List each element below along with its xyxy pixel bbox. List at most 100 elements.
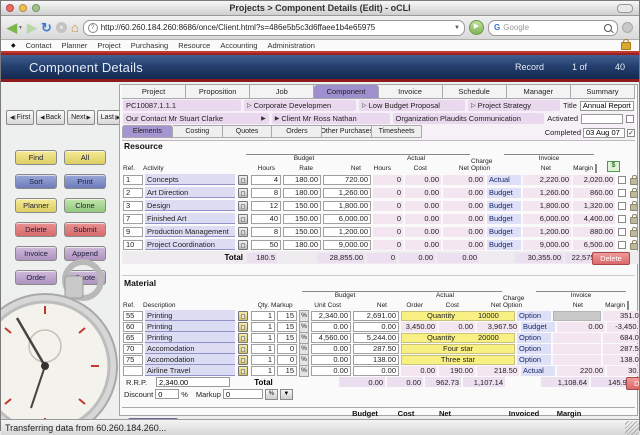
- rate-field[interactable]: 150.00: [283, 213, 321, 224]
- charge-option-select[interactable]: Budget: [487, 213, 521, 224]
- net-field[interactable]: 1,200.00: [323, 226, 371, 237]
- quantity-highlight-cell[interactable]: Quantity 20000: [401, 332, 515, 343]
- markup-field[interactable]: 15: [277, 321, 297, 332]
- subtab-costing[interactable]: Costing: [172, 125, 223, 138]
- go-button[interactable]: ▶: [469, 20, 484, 35]
- resource-detail-icon[interactable]: [238, 200, 248, 211]
- net-field[interactable]: 0.00: [353, 365, 399, 376]
- net-field[interactable]: 6,000.00: [323, 213, 371, 224]
- ref-field[interactable]: 65: [123, 332, 143, 343]
- charge-option-select[interactable]: Option: [517, 310, 551, 321]
- ref-field[interactable]: 60: [123, 321, 143, 332]
- material-delete-button[interactable]: Delete: [626, 377, 639, 390]
- hours-field[interactable]: 8: [251, 226, 281, 237]
- resource-detail-icon[interactable]: [238, 213, 248, 224]
- currency-button[interactable]: $: [607, 161, 620, 172]
- select-all-checkbox[interactable]: [627, 300, 629, 310]
- bookmark-accounting[interactable]: Accounting: [220, 41, 257, 50]
- option-highlight-cell[interactable]: Three star: [401, 354, 515, 365]
- unit-cost-field[interactable]: 4,560.00: [311, 332, 351, 343]
- description-cell[interactable]: Printing: [145, 310, 235, 321]
- ref-field[interactable]: 2: [123, 187, 143, 198]
- row-checkbox[interactable]: [618, 201, 626, 210]
- subtab-elements[interactable]: Elements: [122, 125, 173, 138]
- url-dropdown-icon[interactable]: ▼: [454, 25, 460, 31]
- discount-field[interactable]: 0: [155, 389, 180, 399]
- markup-field[interactable]: 0: [277, 343, 297, 354]
- resource-detail-icon[interactable]: [238, 239, 248, 250]
- charge-option-select[interactable]: Option: [517, 332, 551, 343]
- home-button[interactable]: ⌂: [71, 21, 79, 34]
- description-cell[interactable]: Printing: [145, 332, 235, 343]
- qty-field[interactable]: 1: [251, 310, 275, 321]
- qty-field[interactable]: 1: [251, 354, 275, 365]
- search-icon[interactable]: [604, 23, 612, 32]
- lock-icon[interactable]: [630, 174, 638, 185]
- bookmark-contact[interactable]: Contact: [26, 41, 52, 50]
- bookmark-project[interactable]: Project: [97, 41, 120, 50]
- charge-option-select[interactable]: Actual: [487, 174, 521, 185]
- net-field[interactable]: 0.00: [353, 321, 399, 332]
- hours-field[interactable]: 50: [251, 239, 281, 250]
- net-field[interactable]: 1,260.00: [323, 187, 371, 198]
- window-titlebar[interactable]: Projects > Component Details (Edit) - oC…: [1, 1, 639, 16]
- tab-project[interactable]: Project: [122, 85, 187, 98]
- search-placeholder[interactable]: Google: [503, 23, 601, 32]
- rate-field[interactable]: 150.00: [283, 226, 321, 237]
- hours-field[interactable]: 4: [251, 174, 281, 185]
- row-checkbox[interactable]: [618, 240, 626, 249]
- activity-cell[interactable]: Art Direction: [145, 187, 235, 198]
- subtab-quotes[interactable]: Quotes: [222, 125, 273, 138]
- row-checkbox[interactable]: [618, 175, 626, 184]
- material-detail-icon[interactable]: [238, 332, 248, 343]
- activated-checkbox[interactable]: [626, 114, 634, 123]
- markup-field[interactable]: 15: [277, 310, 297, 321]
- find-button[interactable]: Find: [15, 150, 57, 165]
- net-field[interactable]: 1,800.00: [323, 200, 371, 211]
- activity-cell[interactable]: Finished Art: [145, 213, 235, 224]
- charge-option-select[interactable]: Option: [517, 354, 551, 365]
- previous-record-button[interactable]: ◀ Back: [36, 110, 66, 125]
- qty-field[interactable]: 1: [251, 321, 275, 332]
- lock-icon[interactable]: [630, 226, 638, 237]
- resource-detail-icon[interactable]: [238, 174, 248, 185]
- unit-cost-field[interactable]: 0.00: [311, 365, 351, 376]
- completed-checkbox[interactable]: ✓: [627, 128, 635, 137]
- lock-icon[interactable]: [630, 213, 638, 224]
- net-field[interactable]: 5,244.00: [353, 332, 399, 343]
- toolbar-toggle-pill[interactable]: [617, 4, 633, 13]
- our-contact-field[interactable]: Our Contact Mr Stuart Clarke ▶: [123, 113, 269, 124]
- subtab-other-purchases[interactable]: Other Purchases: [322, 125, 373, 138]
- planner-button[interactable]: Planner: [15, 198, 57, 213]
- crumb-project[interactable]: ▷ Corporate Developmen: [244, 100, 356, 111]
- report-icon[interactable]: [622, 22, 633, 33]
- resource-detail-icon[interactable]: [238, 226, 248, 237]
- tab-summary[interactable]: Summary: [570, 85, 635, 98]
- select-all-checkbox[interactable]: [595, 163, 597, 173]
- qty-field[interactable]: 1: [251, 365, 275, 376]
- crumb-proposal[interactable]: ▷ Low Budget Proposal: [359, 100, 465, 111]
- markup-field[interactable]: 0: [277, 354, 297, 365]
- url-text[interactable]: http://60.260.184.260:8686/once/Client.h…: [101, 23, 451, 32]
- url-field[interactable]: ? http://60.260.184.260:8686/once/Client…: [82, 19, 465, 36]
- charge-option-select[interactable]: Option: [517, 343, 551, 354]
- rate-field[interactable]: 150.00: [283, 200, 321, 211]
- activated-field[interactable]: [581, 113, 623, 124]
- lock-icon[interactable]: [630, 200, 638, 211]
- material-detail-icon[interactable]: [238, 310, 248, 321]
- markup-field[interactable]: 15: [277, 332, 297, 343]
- resize-grip[interactable]: [625, 421, 639, 435]
- net-field[interactable]: 287.50: [353, 343, 399, 354]
- subtab-orders[interactable]: Orders: [272, 125, 323, 138]
- organization-field[interactable]: Organization Plaudits Communication: [392, 113, 545, 124]
- markup-dropdown-button[interactable]: ▼: [279, 388, 293, 400]
- subtab-timesheets[interactable]: Timesheets: [372, 125, 422, 138]
- row-checkbox[interactable]: [618, 227, 626, 236]
- unit-cost-field[interactable]: 0.00: [311, 321, 351, 332]
- tab-job[interactable]: Job: [250, 85, 315, 98]
- net-field[interactable]: 720.00: [323, 174, 371, 185]
- charge-option-select[interactable]: Budget: [487, 226, 521, 237]
- submit-button[interactable]: Submit: [64, 222, 106, 237]
- ref-field[interactable]: 9: [123, 226, 143, 237]
- percent-button[interactable]: %: [264, 388, 278, 400]
